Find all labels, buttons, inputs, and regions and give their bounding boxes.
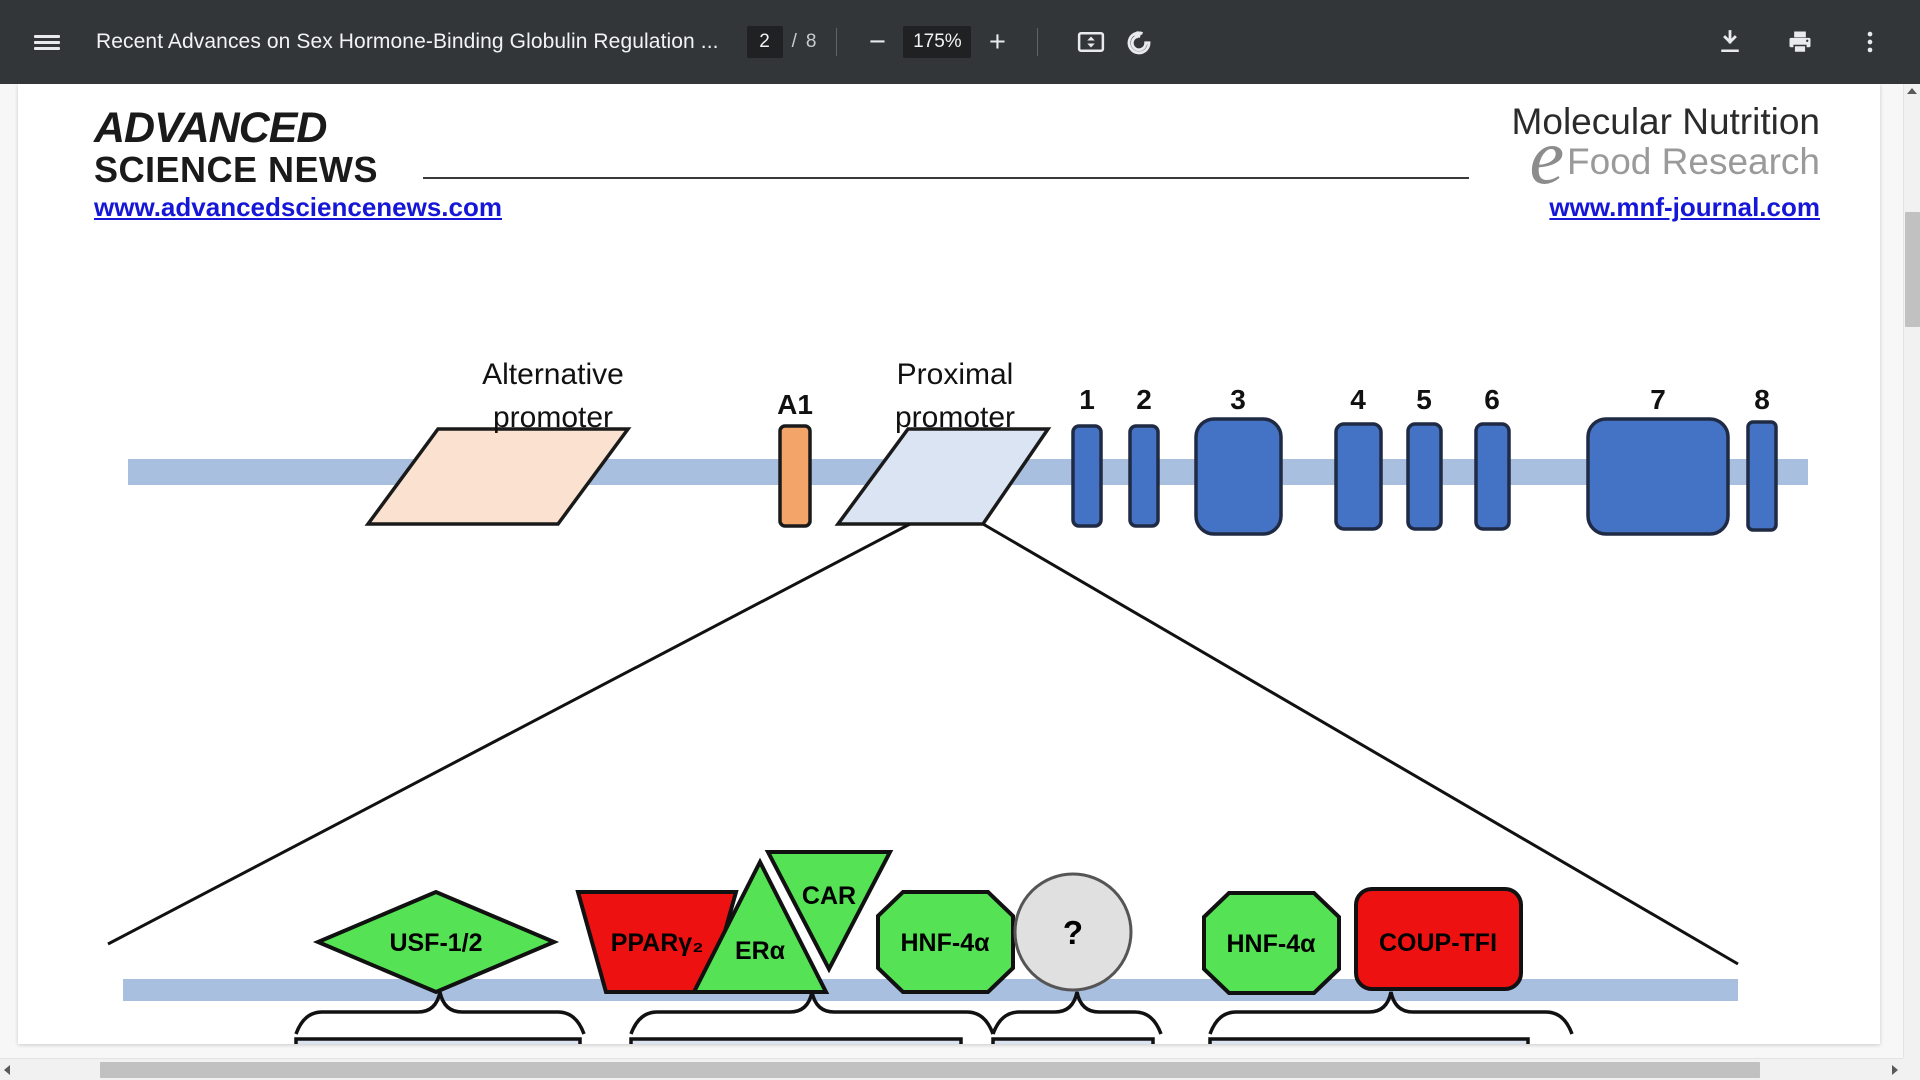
- proximal-promoter-label-2: promoter: [895, 401, 1015, 434]
- toolbar-divider-1: [836, 28, 838, 56]
- exon-6-shape: [1474, 422, 1511, 531]
- fp1-box: [1208, 1037, 1530, 1044]
- fp4-box: [294, 1037, 582, 1044]
- vertical-scrollbar-thumb[interactable]: [1905, 212, 1920, 327]
- pdf-viewer-area[interactable]: ADVANCED SCIENCE NEWS www.advancedscienc…: [0, 84, 1920, 1080]
- document-title: Recent Advances on Sex Hormone-Binding G…: [96, 30, 719, 53]
- advanced-science-news-logo: ADVANCED SCIENCE NEWS: [94, 106, 378, 190]
- exon-1-label: 1: [1079, 384, 1095, 415]
- vertical-scrollbar[interactable]: [1903, 84, 1920, 1080]
- alternative-promoter-shape: [364, 427, 632, 526]
- alternative-promoter-label-2: promoter: [493, 401, 613, 434]
- page-number-input[interactable]: [746, 26, 783, 58]
- more-options-icon[interactable]: [1850, 22, 1890, 62]
- fp3-box: [629, 1037, 963, 1044]
- footprint-fp3: GGGCAGGGGTCAAGGGTCAGTG FP3: [629, 1037, 963, 1044]
- exon-2-shape: [1128, 424, 1160, 528]
- mnf-journal-url[interactable]: www.mnf-journal.com: [1549, 192, 1820, 223]
- exon-a1-shape: [778, 424, 812, 528]
- scroll-right-arrow-icon[interactable]: [1892, 1065, 1898, 1075]
- scroll-up-arrow-icon[interactable]: [1907, 88, 1917, 94]
- view-controls: [1076, 27, 1154, 57]
- page-separator: /: [791, 31, 797, 52]
- fit-to-page-icon[interactable]: [1076, 27, 1106, 57]
- brand-line-advanced: ADVANCED: [94, 104, 328, 152]
- coup-tfi-label: COUP-TFI: [1379, 929, 1497, 957]
- horizontal-scrollbar-thumb[interactable]: [100, 1062, 1760, 1078]
- ppar-g2-label: PPARγ₂: [611, 929, 704, 957]
- exon-7-shape: [1586, 417, 1730, 536]
- exon-a1-label: A1: [777, 389, 813, 420]
- hnf-4a-fp3-label: HNF-4α: [901, 929, 991, 957]
- footprint-fp2: GTTTCCTTTA FP2: [991, 1037, 1155, 1044]
- brand-line-science-news: SCIENCE NEWS: [94, 149, 379, 190]
- print-icon[interactable]: [1780, 22, 1820, 62]
- page-navigation: / 8: [746, 26, 817, 58]
- hamburger-menu-icon[interactable]: [24, 19, 70, 65]
- usf-1-2-label: USF-1/2: [389, 929, 482, 957]
- download-icon[interactable]: [1710, 22, 1750, 62]
- car-label: CAR: [802, 882, 856, 910]
- footprint-fp4: TAGCTGAGTCTTGTGACTGG FP4: [294, 1037, 582, 1044]
- pdf-viewer-toolbar: Recent Advances on Sex Hormone-Binding G…: [0, 0, 1920, 84]
- journal-e-glyph: e: [1529, 113, 1565, 200]
- scrollbar-corner: [1903, 1058, 1920, 1080]
- exon-4-label: 4: [1350, 384, 1366, 415]
- zoom-level-display[interactable]: 175%: [903, 26, 972, 58]
- exon-5-label: 5: [1416, 384, 1432, 415]
- unknown-factor-label: ?: [1063, 914, 1083, 951]
- toolbar-right-actions: [1710, 22, 1890, 62]
- exon-6-label: 6: [1484, 384, 1500, 415]
- fp2-box: [991, 1037, 1155, 1044]
- exon-1-shape: [1071, 424, 1103, 528]
- rotate-clockwise-icon[interactable]: [1124, 27, 1154, 57]
- exon-4-shape: [1334, 422, 1383, 531]
- scroll-left-arrow-icon[interactable]: [4, 1065, 10, 1075]
- alternative-promoter-label-1: Alternative: [482, 358, 624, 391]
- horizontal-scrollbar[interactable]: [0, 1058, 1920, 1080]
- total-page-count: 8: [805, 31, 817, 52]
- hnf-4a-fp1-label: HNF-4α: [1227, 930, 1317, 958]
- footprint-fp1: CCCGGGCAATTTAACCCTCCAC FP1: [1208, 1037, 1530, 1044]
- zoom-controls: − 175% +: [857, 22, 1017, 62]
- proximal-promoter-label-1: Proximal: [897, 358, 1014, 391]
- exon-7-label: 7: [1650, 384, 1666, 415]
- advanced-science-news-url[interactable]: www.advancedsciencenews.com: [94, 192, 502, 223]
- shbg-gene-regulation-figure: Alternative promoter A1 Proximal promote…: [18, 244, 1880, 1044]
- exon-3-shape: [1194, 417, 1283, 536]
- zoom-in-button[interactable]: +: [977, 22, 1017, 62]
- toolbar-divider-2: [1037, 28, 1039, 56]
- exon-5-shape: [1406, 422, 1443, 531]
- exon-8-label: 8: [1754, 384, 1770, 415]
- pdf-page: ADVANCED SCIENCE NEWS www.advancedscienc…: [18, 84, 1880, 1044]
- exon-3-label: 3: [1230, 384, 1246, 415]
- er-alpha-label: ERα: [735, 937, 786, 965]
- header-divider-rule: [423, 177, 1469, 179]
- exon-2-label: 2: [1136, 384, 1152, 415]
- zoom-out-button[interactable]: −: [857, 22, 897, 62]
- exon-8-shape: [1746, 420, 1778, 532]
- molecular-nutrition-logo: Molecular Nutrition Food Research e: [1512, 102, 1820, 196]
